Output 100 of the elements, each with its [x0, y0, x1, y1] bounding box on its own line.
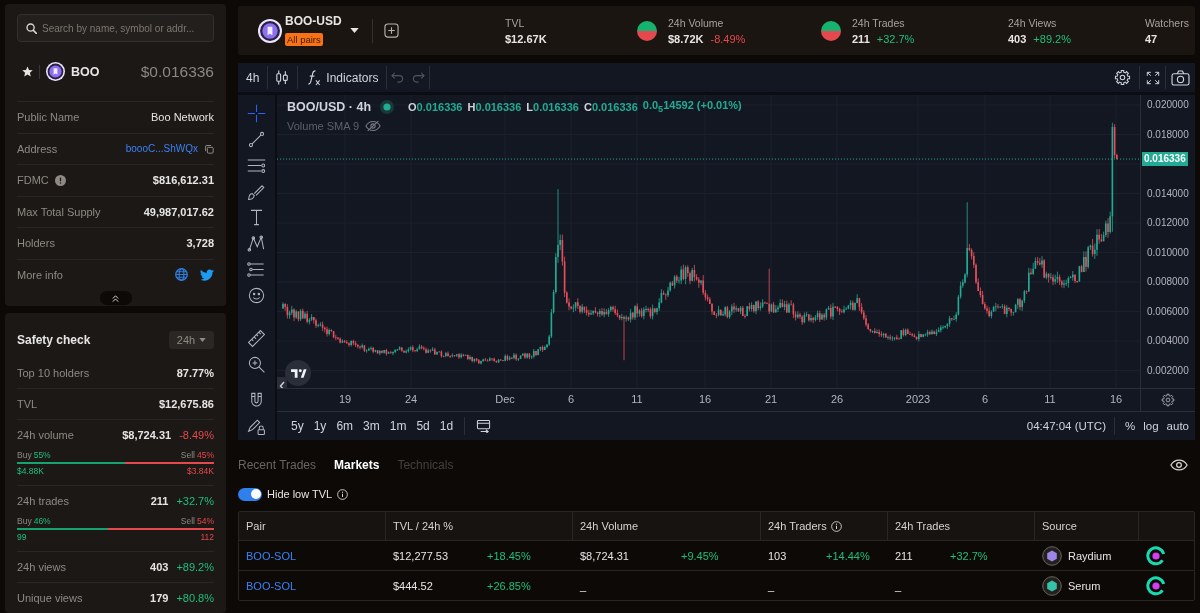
sell-label: Sell — [180, 516, 195, 526]
buy-amount: 99 — [17, 532, 27, 542]
source-logo-icon — [1042, 545, 1062, 566]
metric-value: 403 — [150, 561, 169, 573]
change-cell: +18.45% — [487, 549, 531, 562]
metric-value: 87.77% — [176, 366, 214, 379]
dotted-lines-icon[interactable] — [247, 259, 266, 279]
time-tick-label: 11 — [631, 393, 643, 405]
pair-link[interactable]: BOO-SOL — [246, 579, 297, 592]
metric-label: Top 10 holders — [17, 366, 90, 379]
address-link[interactable]: boooC...ShWQx — [125, 143, 198, 155]
function-icon — [306, 69, 323, 86]
fullscreen-icon[interactable] — [1145, 70, 1160, 85]
bird-icon[interactable] — [200, 268, 214, 281]
sell-amount: $3.84K — [187, 466, 214, 476]
stat-change: +32.7% — [876, 32, 915, 45]
column-header: 24h Trades — [895, 520, 951, 532]
eye-icon[interactable] — [1170, 459, 1188, 471]
caret-icon — [199, 338, 207, 342]
tab[interactable]: Markets — [334, 458, 380, 472]
info-label: FDMC — [17, 174, 49, 187]
metric-change: -8.49% — [179, 429, 214, 441]
ohlc-label: L — [526, 101, 534, 113]
copy-icon[interactable] — [204, 143, 214, 154]
metric-change: +89.2% — [176, 561, 214, 573]
stat-label: Watchers — [1145, 16, 1189, 29]
hide-low-tvl-toggle[interactable] — [238, 487, 262, 501]
eye-off-icon[interactable] — [365, 120, 382, 132]
pencil-lock-icon[interactable] — [247, 416, 266, 436]
scale-button[interactable]: auto — [1162, 415, 1193, 437]
stat-change: +89.2% — [1033, 32, 1071, 45]
ring-dot-icon[interactable] — [1146, 575, 1166, 596]
smiley-icon[interactable] — [247, 285, 266, 305]
time-tick-label: 16 — [698, 393, 712, 405]
ring-dot-icon[interactable] — [1146, 545, 1166, 566]
sell-share: 45% — [197, 450, 214, 460]
info-label: Max Total Supply — [17, 205, 101, 218]
range-button[interactable]: 3m — [358, 415, 385, 437]
range-button[interactable]: 1y — [308, 415, 332, 437]
calendar-icon[interactable] — [475, 419, 491, 433]
column-header: 24h Volume — [580, 520, 639, 532]
source-name: Raydium — [1068, 549, 1112, 562]
stat-change: -8.49% — [710, 32, 746, 45]
column-header: 24h Traders — [768, 520, 827, 532]
clock-label: 04:47:04 (UTC) — [1026, 420, 1107, 432]
time-tick-label: 21 — [764, 393, 778, 405]
ohlc-change: 0.0$_{5}$14592 (+0.01%) — [642, 99, 742, 115]
table-cell: $8,724.31 — [580, 549, 629, 562]
info-icon[interactable] — [54, 174, 66, 186]
metric-label: 24h views — [17, 561, 66, 573]
ruler-icon[interactable] — [247, 328, 266, 348]
info-icon[interactable] — [337, 488, 349, 500]
price-tick-label: 0.002000 — [1147, 363, 1189, 378]
time-tick-label: 6 — [981, 393, 989, 405]
indicators-button[interactable]: Indicators — [298, 63, 387, 92]
gear-icon[interactable] — [1161, 393, 1175, 407]
metric-label: TVL — [17, 398, 38, 410]
scale-button[interactable]: % — [1121, 415, 1140, 437]
zigzag-icon[interactable] — [247, 233, 266, 253]
star-icon[interactable] — [22, 66, 33, 77]
range-button[interactable]: 5d — [411, 415, 435, 437]
search-field[interactable]: Search by name, symbol or addr... — [17, 14, 214, 42]
period-dropdown[interactable]: 24h — [169, 331, 214, 349]
stat-label: 24h Trades — [852, 16, 906, 29]
range-button[interactable]: 5y — [286, 415, 309, 437]
add-icon[interactable] — [383, 23, 399, 38]
sell-label: Sell — [180, 450, 195, 460]
collapse-button[interactable] — [99, 291, 132, 305]
interval-button[interactable]: 4h — [238, 63, 268, 92]
ohlc-value: 0.016336 — [416, 101, 463, 113]
metric-label: 24h volume — [17, 429, 74, 441]
scale-button[interactable]: log — [1139, 415, 1163, 437]
trend-line-icon[interactable] — [247, 129, 266, 149]
time-tick-label: 24 — [404, 393, 418, 405]
stat-value: $12.67K — [505, 32, 547, 45]
chart-symbol-title: BOO/USD · 4h — [287, 100, 372, 114]
tab[interactable]: Recent Trades — [238, 458, 317, 472]
pair-link[interactable]: BOO-SOL — [246, 549, 297, 562]
caret-icon[interactable] — [349, 28, 359, 33]
study-label: Volume SMA 9 — [287, 120, 360, 132]
crosshair-icon[interactable] — [247, 103, 266, 123]
change-cell: +14.44% — [826, 549, 870, 562]
settings-icon[interactable] — [1113, 69, 1131, 86]
buy-label: Buy — [17, 450, 32, 460]
range-button[interactable]: 1m — [384, 415, 412, 437]
camera-icon[interactable] — [1171, 69, 1190, 86]
stat-value: $8.72K — [668, 32, 704, 45]
stat-label: TVL — [505, 16, 526, 29]
ohlc-label: H — [467, 101, 476, 113]
globe-icon[interactable] — [175, 268, 188, 282]
table-cell: 103 — [768, 549, 787, 562]
zoom-in-icon[interactable] — [247, 354, 266, 374]
price-tick-label: 0.014000 — [1147, 186, 1189, 201]
range-button[interactable]: 1d — [434, 415, 459, 437]
time-tick-label: 6 — [567, 393, 575, 405]
all-pairs-badge[interactable]: All pairs — [285, 33, 323, 46]
range-button[interactable]: 6m — [331, 415, 359, 437]
buy-label: Buy — [17, 516, 32, 526]
info-icon[interactable] — [830, 520, 842, 532]
price-tick-label: 0.020000 — [1147, 98, 1189, 112]
